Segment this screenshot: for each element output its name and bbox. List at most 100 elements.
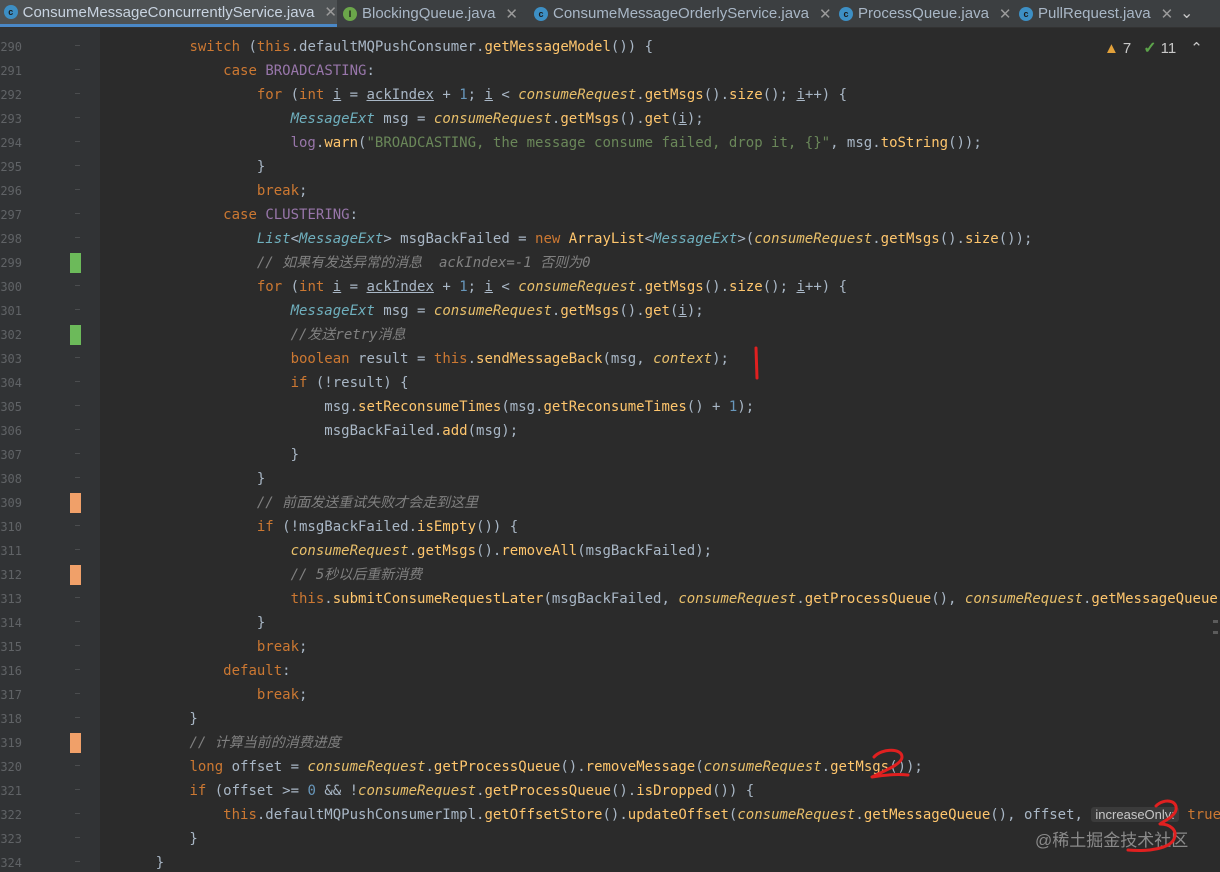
line-number[interactable]: 321 (0, 783, 22, 799)
inspection-widget[interactable]: ▲ 7 ✓ 11 ⌃ (1104, 38, 1203, 58)
code-text[interactable]: // 前面发送重试失败才会走到这里 (122, 491, 478, 515)
code-line[interactable]: 303 boolean result = this.sendMessageBac… (0, 347, 1220, 371)
line-number[interactable]: 310 (0, 519, 22, 535)
code-line[interactable]: 298 List<MessageExt> msgBackFailed = new… (0, 227, 1220, 251)
close-icon[interactable]: ✕ (324, 3, 337, 21)
code-line[interactable]: 310 if (!msgBackFailed.isEmpty()) { (0, 515, 1220, 539)
line-number[interactable]: 291 (0, 63, 22, 79)
code-text[interactable]: switch (this.defaultMQPushConsumer.getMe… (122, 35, 653, 59)
code-line[interactable]: 316 default: (0, 659, 1220, 683)
line-number[interactable]: 319 (0, 735, 22, 751)
code-text[interactable]: long offset = consumeRequest.getProcessQ… (122, 755, 922, 779)
code-text[interactable]: msg.setReconsumeTimes(msg.getReconsumeTi… (122, 395, 754, 419)
code-text[interactable]: } (122, 611, 265, 635)
vcs-added-marker[interactable] (70, 325, 81, 345)
tab-process-queue[interactable]: c ProcessQueue.java ✕ (835, 0, 1013, 27)
close-icon[interactable]: ✕ (505, 5, 518, 23)
code-line[interactable]: 290 switch (this.defaultMQPushConsumer.g… (0, 35, 1220, 59)
tab-blocking-queue[interactable]: I BlockingQueue.java ✕ (339, 0, 527, 27)
line-number[interactable]: 292 (0, 87, 22, 103)
line-number[interactable]: 301 (0, 303, 22, 319)
line-number[interactable]: 322 (0, 807, 22, 823)
code-text[interactable]: boolean result = this.sendMessageBack(ms… (122, 347, 729, 371)
code-line[interactable]: 293 MessageExt msg = consumeRequest.getM… (0, 107, 1220, 131)
code-text[interactable]: if (offset >= 0 && !consumeRequest.getPr… (122, 779, 754, 803)
line-number[interactable]: 317 (0, 687, 22, 703)
line-number[interactable]: 305 (0, 399, 22, 415)
line-number[interactable]: 307 (0, 447, 22, 463)
code-line[interactable]: 306 msgBackFailed.add(msg); (0, 419, 1220, 443)
line-number[interactable]: 312 (0, 567, 22, 583)
code-text[interactable]: consumeRequest.getMsgs().removeAll(msgBa… (122, 539, 712, 563)
code-line[interactable]: 307 } (0, 443, 1220, 467)
code-text[interactable]: //发送retry消息 (122, 323, 406, 347)
code-line[interactable]: 297 case CLUSTERING: (0, 203, 1220, 227)
line-number[interactable]: 290 (0, 39, 22, 55)
code-line[interactable]: 294 log.warn("BROADCASTING, the message … (0, 131, 1220, 155)
close-icon[interactable]: ✕ (999, 5, 1012, 23)
code-text[interactable]: break; (122, 683, 308, 707)
code-text[interactable]: // 如果有发送异常的消息 ackIndex=-1 否则为0 (122, 251, 591, 275)
code-line[interactable]: 317 break; (0, 683, 1220, 707)
line-number[interactable]: 323 (0, 831, 22, 847)
code-text[interactable]: } (122, 851, 164, 872)
code-line[interactable]: 292 for (int i = ackIndex + 1; i < consu… (0, 83, 1220, 107)
line-number[interactable]: 302 (0, 327, 22, 343)
code-text[interactable]: log.warn("BROADCASTING, the message cons… (122, 131, 982, 155)
code-line[interactable]: 295 } (0, 155, 1220, 179)
vcs-modified-marker[interactable] (70, 565, 81, 585)
code-text[interactable]: // 计算当前的消费进度 (122, 731, 340, 755)
line-number[interactable]: 306 (0, 423, 22, 439)
code-line[interactable]: 313 this.submitConsumeRequestLater(msgBa… (0, 587, 1220, 611)
code-line[interactable]: 308 } (0, 467, 1220, 491)
line-number[interactable]: 295 (0, 159, 22, 175)
tab-pull-request[interactable]: c PullRequest.java ✕ (1015, 0, 1175, 27)
code-line[interactable]: 301 MessageExt msg = consumeRequest.getM… (0, 299, 1220, 323)
code-text[interactable]: MessageExt msg = consumeRequest.getMsgs(… (122, 107, 704, 131)
close-icon[interactable]: ✕ (1161, 5, 1174, 23)
line-number[interactable]: 324 (0, 855, 22, 871)
code-text[interactable]: msgBackFailed.add(msg); (122, 419, 518, 443)
line-number[interactable]: 296 (0, 183, 22, 199)
code-text[interactable]: this.defaultMQPushConsumerImpl.getOffset… (122, 803, 1220, 827)
code-line[interactable]: 309 // 前面发送重试失败才会走到这里 (0, 491, 1220, 515)
code-line[interactable]: 318 } (0, 707, 1220, 731)
code-line[interactable]: 304 if (!result) { (0, 371, 1220, 395)
line-number[interactable]: 300 (0, 279, 22, 295)
code-text[interactable]: // 5秒以后重新消费 (122, 563, 423, 587)
code-text[interactable]: for (int i = ackIndex + 1; i < consumeRe… (122, 83, 847, 107)
line-number[interactable]: 320 (0, 759, 22, 775)
code-text[interactable]: MessageExt msg = consumeRequest.getMsgs(… (122, 299, 704, 323)
code-line[interactable]: 314 } (0, 611, 1220, 635)
line-number[interactable]: 298 (0, 231, 22, 247)
line-number[interactable]: 293 (0, 111, 22, 127)
code-text[interactable]: if (!result) { (122, 371, 409, 395)
code-text[interactable]: } (122, 827, 197, 851)
code-line[interactable]: 291 case BROADCASTING: (0, 59, 1220, 83)
code-text[interactable]: default: (122, 659, 290, 683)
code-line[interactable]: 312 // 5秒以后重新消费 (0, 563, 1220, 587)
code-line[interactable]: 321 if (offset >= 0 && !consumeRequest.g… (0, 779, 1220, 803)
code-text[interactable]: } (122, 467, 265, 491)
vcs-modified-marker[interactable] (70, 733, 81, 753)
code-editor[interactable]: 290 switch (this.defaultMQPushConsumer.g… (0, 28, 1220, 872)
code-line[interactable]: 319 // 计算当前的消费进度 (0, 731, 1220, 755)
code-line[interactable]: 324 } (0, 851, 1220, 872)
code-line[interactable]: 299 // 如果有发送异常的消息 ackIndex=-1 否则为0 (0, 251, 1220, 275)
chevron-up-icon[interactable]: ⌃ (1190, 39, 1203, 57)
line-number[interactable]: 314 (0, 615, 22, 631)
tab-consume-message-orderly-service[interactable]: c ConsumeMessageOrderlyService.java ✕ (530, 0, 832, 27)
vcs-modified-marker[interactable] (70, 493, 81, 513)
code-text[interactable]: } (122, 707, 197, 731)
code-text[interactable]: } (122, 155, 265, 179)
line-number[interactable]: 304 (0, 375, 22, 391)
code-line[interactable]: 302 //发送retry消息 (0, 323, 1220, 347)
tab-consume-message-concurrently-service[interactable]: c ConsumeMessageConcurrentlyService.java… (0, 0, 337, 27)
code-line[interactable]: 300 for (int i = ackIndex + 1; i < consu… (0, 275, 1220, 299)
line-number[interactable]: 303 (0, 351, 22, 367)
code-line[interactable]: 296 break; (0, 179, 1220, 203)
code-line[interactable]: 315 break; (0, 635, 1220, 659)
code-line[interactable]: 305 msg.setReconsumeTimes(msg.getReconsu… (0, 395, 1220, 419)
line-number[interactable]: 318 (0, 711, 22, 727)
code-text[interactable]: break; (122, 179, 308, 203)
